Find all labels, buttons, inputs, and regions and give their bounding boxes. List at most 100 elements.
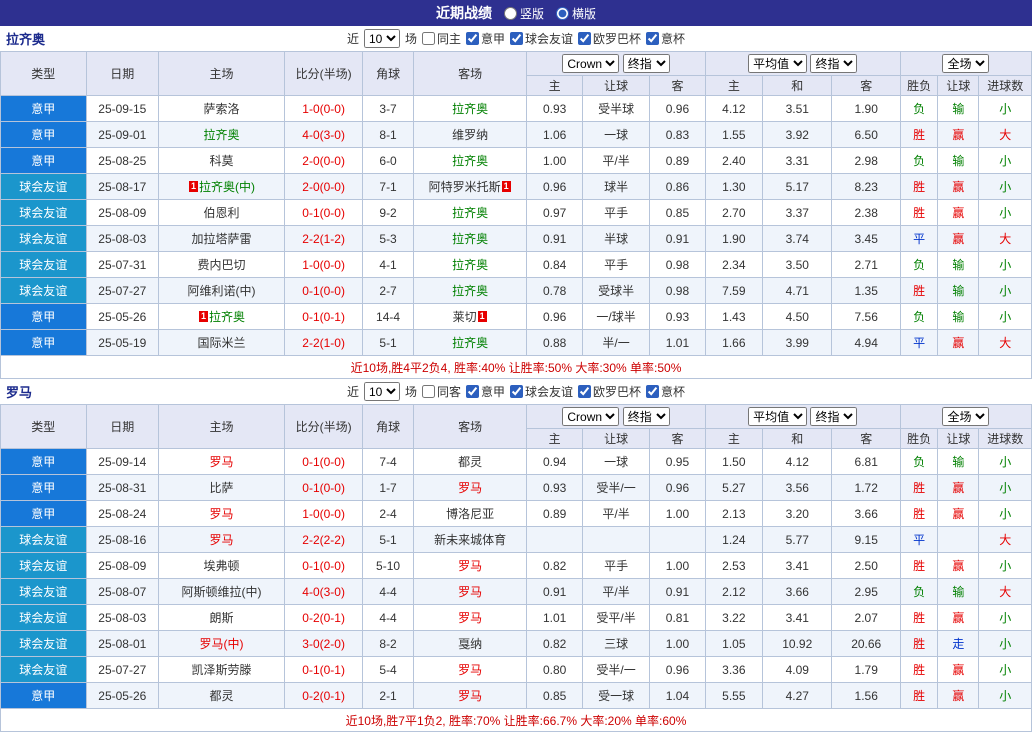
ah-away-odds: 0.89 — [649, 147, 706, 174]
competition-type: 意甲 — [0, 121, 87, 148]
league-option-europa[interactable]: 欧罗巴杯 — [578, 30, 641, 47]
ah-away-odds: 1.00 — [649, 500, 706, 527]
horizontal-layout-radio[interactable] — [556, 6, 569, 20]
subcol-goals: 进球数 — [978, 75, 1032, 96]
match-row: 球会友谊 25-08-09 伯恩利 0-1(0-0) 9-2 拉齐奥 0.97 平手 0.85 2… — [0, 199, 1032, 226]
away-team-cell: 新未来城体育 — [412, 526, 528, 553]
euro-time-select[interactable]: 终指 — [810, 54, 858, 73]
result-handicap: 输 — [937, 303, 980, 330]
ah-line: 平/半 — [581, 147, 651, 174]
league-option-friendly[interactable]: 球会友谊 — [510, 30, 573, 47]
league-checkbox-europa[interactable] — [578, 385, 592, 398]
ah-time-select[interactable]: 终指 — [622, 54, 670, 73]
competition-type: 球会友谊 — [0, 251, 87, 278]
match-date: 25-07-31 — [85, 251, 160, 278]
matches-table: 类型 日期 主场 比分(半场) 角球 客场 Crown 终指 平均值 终指 全场 — [0, 404, 1032, 732]
result-handicap: 赢 — [937, 225, 980, 252]
result-wdl: 胜 — [899, 552, 939, 579]
league-option-seriea[interactable]: 意甲 — [465, 383, 505, 400]
layout-option-horizontal[interactable]: 横版 — [556, 5, 596, 22]
match-count-select[interactable]: 10 — [363, 29, 400, 48]
bookmaker-select[interactable]: Crown — [562, 54, 620, 73]
result-wdl: 负 — [899, 448, 939, 475]
near-label: 近 — [346, 385, 359, 399]
same-venue-option[interactable]: 同主 — [421, 30, 461, 47]
away-team-cell: 拉齐奥 — [412, 147, 528, 174]
ah-time-select[interactable]: 终指 — [622, 407, 670, 426]
result-goals: 小 — [978, 173, 1032, 200]
subcol-eu-draw: 和 — [762, 75, 833, 96]
euro-odds-group: 平均值 终指 — [704, 51, 901, 76]
home-team-name: 罗马 — [209, 455, 234, 469]
subcol-ah-home: 主 — [526, 75, 583, 96]
league-checkbox-europa[interactable] — [578, 32, 592, 45]
euro-draw-odds: 10.92 — [762, 630, 833, 657]
competition-type: 球会友谊 — [0, 656, 87, 683]
league-option-coppa[interactable]: 意杯 — [646, 30, 685, 47]
layout-option-vertical[interactable]: 竖版 — [503, 5, 544, 22]
result-handicap: 赢 — [937, 682, 980, 709]
match-row: 意甲 25-08-24 罗马 1-0(0-0) 2-4 博洛尼亚 0.89 平/半 1.00 2.… — [0, 500, 1032, 527]
vertical-layout-radio[interactable] — [503, 6, 517, 20]
league-checkbox-coppa[interactable] — [646, 385, 660, 398]
league-checkbox-seriea[interactable] — [465, 385, 479, 398]
home-team-cell: 萨索洛 — [158, 95, 285, 122]
league-checkbox-seriea[interactable] — [465, 32, 479, 45]
result-goals: 小 — [978, 303, 1032, 330]
euro-away-odds: 1.72 — [831, 474, 901, 501]
ah-home-odds: 1.06 — [526, 121, 583, 148]
ah-line: 平/半 — [581, 500, 651, 527]
section-header-bar: 罗马 近 10 场 同客 意甲 球会友谊 欧罗巴杯 意杯 — [0, 379, 1032, 404]
col-away: 客场 — [412, 51, 528, 96]
league-option-coppa[interactable]: 意杯 — [646, 383, 685, 400]
same-venue-option[interactable]: 同客 — [421, 383, 461, 400]
result-wdl: 胜 — [899, 500, 939, 527]
ah-away-odds: 0.83 — [649, 121, 706, 148]
euro-odds-group: 平均值 终指 — [704, 404, 901, 429]
subcol-handicap: 让球 — [937, 75, 980, 96]
euro-home-odds: 2.34 — [704, 251, 764, 278]
scope-select[interactable]: 全场 — [942, 54, 990, 73]
ah-away-odds: 1.00 — [649, 552, 706, 579]
ah-home-odds: 0.93 — [526, 474, 583, 501]
euro-away-odds: 7.56 — [831, 303, 901, 330]
away-team-name: 阿特罗米托斯 — [428, 180, 501, 194]
match-date: 25-08-07 — [85, 578, 160, 605]
corner-cell: 6-0 — [362, 147, 414, 174]
home-team-name: 国际米兰 — [197, 336, 246, 350]
result-wdl: 胜 — [899, 173, 939, 200]
away-team-name: 拉齐奥 — [452, 284, 489, 298]
corner-cell: 4-1 — [362, 251, 414, 278]
away-team-name: 维罗纳 — [452, 128, 489, 142]
score-cell: 2-2(2-2) — [283, 526, 364, 553]
match-date: 25-05-26 — [85, 682, 160, 709]
same-venue-checkbox[interactable] — [421, 32, 435, 45]
result-wdl: 胜 — [899, 474, 939, 501]
col-date: 日期 — [85, 51, 160, 96]
subcol-eu-away: 客 — [831, 428, 901, 449]
away-team-name: 拉齐奥 — [452, 102, 489, 116]
away-team-name: 拉齐奥 — [452, 154, 489, 168]
scope-select[interactable]: 全场 — [942, 407, 990, 426]
league-option-friendly[interactable]: 球会友谊 — [510, 383, 573, 400]
bookmaker-select[interactable]: Crown — [562, 407, 620, 426]
scope-group: 全场 — [899, 404, 1032, 429]
match-count-select[interactable]: 10 — [363, 382, 400, 401]
result-wdl: 胜 — [899, 199, 939, 226]
same-venue-checkbox[interactable] — [421, 385, 435, 398]
red-card-badge: 1 — [477, 311, 487, 322]
league-option-seriea[interactable]: 意甲 — [465, 30, 505, 47]
subcol-eu-draw: 和 — [762, 428, 833, 449]
ah-line: 平手 — [581, 199, 651, 226]
ah-line: 半/一 — [581, 329, 651, 356]
euro-source-select[interactable]: 平均值 — [748, 54, 808, 73]
league-option-europa[interactable]: 欧罗巴杯 — [578, 383, 641, 400]
league-checkbox-coppa[interactable] — [646, 32, 660, 45]
euro-draw-odds: 3.41 — [762, 604, 833, 631]
league-checkbox-friendly[interactable] — [510, 385, 523, 398]
corner-cell: 2-4 — [362, 500, 414, 527]
euro-source-select[interactable]: 平均值 — [748, 407, 808, 426]
euro-time-select[interactable]: 终指 — [810, 407, 858, 426]
page-title: 近期战绩 — [435, 5, 492, 21]
league-checkbox-friendly[interactable] — [510, 32, 523, 45]
